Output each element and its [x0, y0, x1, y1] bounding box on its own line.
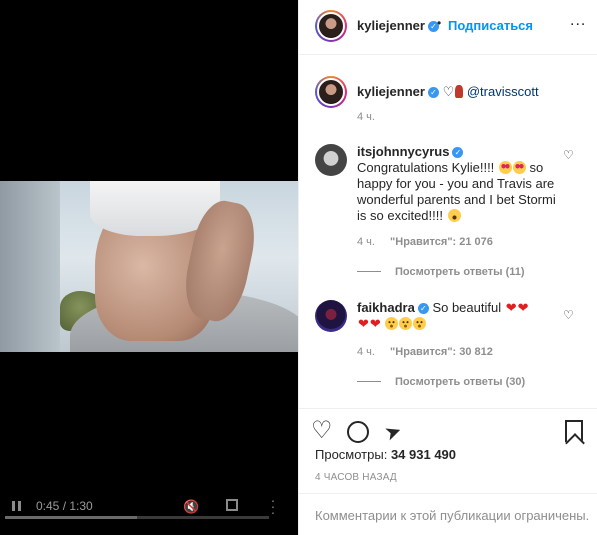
- comment-meta: 4 ч. "Нравится": 21 076: [357, 236, 505, 248]
- post-sidebar: kyliejenner ✓ • Подписаться ... kyliejenn…: [298, 0, 597, 535]
- caption-time[interactable]: 4 ч.: [357, 111, 375, 123]
- heart-eyes-emoji: [498, 161, 512, 174]
- comment-body-start: Congratulations Kylie!!!!: [357, 160, 495, 175]
- header-separator: •: [437, 16, 442, 30]
- like-comment-icon[interactable]: ♡: [563, 308, 574, 322]
- frame-wall: [0, 181, 60, 352]
- header-username-text[interactable]: kyliejenner: [357, 18, 425, 33]
- video-controls: 0:45 / 1:30 🔇 · · ·: [0, 491, 298, 535]
- share-icon[interactable]: ➤: [381, 415, 414, 448]
- verified-icon: ✓: [417, 303, 429, 314]
- comments-disabled-text: Комментарии к этой публикации ограничены…: [315, 508, 590, 523]
- video-progress-fill: [5, 516, 137, 519]
- comment-likes[interactable]: "Нравится": 21 076: [390, 236, 493, 248]
- screaming-face-emoji: [447, 209, 461, 222]
- like-icon[interactable]: ♡: [311, 419, 337, 445]
- comment-avatar[interactable]: [315, 144, 347, 176]
- like-comment-icon[interactable]: ♡: [563, 148, 574, 162]
- verified-icon: ✓: [452, 147, 464, 158]
- heart-eyes-emoji: [512, 161, 526, 174]
- comments-list[interactable]: kyliejenner ✓ ♡ @travisscott 4 ч. itsjohn…: [299, 56, 597, 408]
- verified-icon: ✓: [427, 87, 439, 98]
- red-heart-emoji: ❤: [358, 316, 369, 331]
- comment-icon[interactable]: [347, 421, 369, 443]
- bookmark-icon[interactable]: [565, 420, 583, 442]
- replies-line: [357, 271, 381, 272]
- comment-time[interactable]: 4 ч.: [357, 236, 375, 248]
- pause-icon[interactable]: [10, 499, 24, 513]
- comment-time[interactable]: 4 ч.: [357, 346, 375, 358]
- comment-text: faikhadra ✓ So beautiful ❤❤ ❤❤: [357, 300, 557, 332]
- comment-username[interactable]: itsjohnnycyrus: [357, 144, 449, 159]
- caption-mention[interactable]: @travisscott: [467, 84, 539, 99]
- comment-text: itsjohnnycyrus ✓ Congratulations Kylie!!!…: [357, 144, 557, 224]
- comment-meta: 4 ч. "Нравится": 30 812: [357, 346, 505, 358]
- mute-icon[interactable]: 🔇: [183, 499, 199, 514]
- video-time: 0:45 / 1:30: [36, 499, 93, 513]
- red-heart-emoji: ❤: [505, 300, 517, 315]
- more-options-icon[interactable]: ...: [570, 12, 586, 30]
- view-replies-label[interactable]: Посмотреть ответы (30): [395, 376, 525, 388]
- replies-line: [357, 381, 381, 382]
- views-value: 34 931 490: [390, 447, 457, 462]
- comment-username[interactable]: faikhadra: [357, 300, 415, 315]
- caption-avatar[interactable]: [315, 76, 347, 108]
- red-heart-emoji: ❤: [517, 300, 529, 315]
- white-heart-emoji: ♡: [442, 84, 455, 99]
- pregnant-woman-emoji: [455, 85, 464, 98]
- comments-disabled-notice: Комментарии к этой публикации ограничены…: [299, 493, 597, 535]
- pleading-face-emoji: [399, 317, 413, 330]
- fullscreen-icon[interactable]: [226, 499, 238, 511]
- view-replies-button[interactable]: Посмотреть ответы (11): [357, 266, 525, 278]
- views-label: Просмотры:: [315, 447, 388, 462]
- more-vertical-icon[interactable]: · · ·: [270, 493, 276, 519]
- header-username[interactable]: kyliejenner ✓: [357, 18, 439, 33]
- post-header: kyliejenner ✓ • Подписаться ...: [299, 0, 597, 55]
- caption-line: kyliejenner ✓ ♡ @travisscott: [357, 84, 539, 100]
- post-time[interactable]: 4 ЧАСОВ НАЗАД: [315, 472, 397, 483]
- video-progress-bar[interactable]: [5, 516, 269, 519]
- follow-button[interactable]: Подписаться: [448, 18, 533, 33]
- caption-text: ♡ @travisscott: [443, 84, 539, 99]
- view-replies-button[interactable]: Посмотреть ответы (30): [357, 376, 525, 388]
- video-frame[interactable]: [0, 181, 298, 352]
- caption-username[interactable]: kyliejenner: [357, 84, 425, 99]
- comment-body: So beautiful: [432, 300, 502, 315]
- view-count: Просмотры: 34 931 490: [315, 447, 456, 462]
- red-heart-emoji: ❤: [369, 316, 381, 331]
- pleading-face-emoji: [385, 317, 399, 330]
- video-player[interactable]: 0:45 / 1:30 🔇 · · ·: [0, 0, 298, 535]
- pleading-face-emoji: [413, 317, 427, 330]
- view-replies-label[interactable]: Посмотреть ответы (11): [395, 266, 525, 278]
- comment-avatar[interactable]: [315, 300, 347, 332]
- avatar[interactable]: [315, 10, 347, 42]
- comment-likes[interactable]: "Нравится": 30 812: [390, 346, 493, 358]
